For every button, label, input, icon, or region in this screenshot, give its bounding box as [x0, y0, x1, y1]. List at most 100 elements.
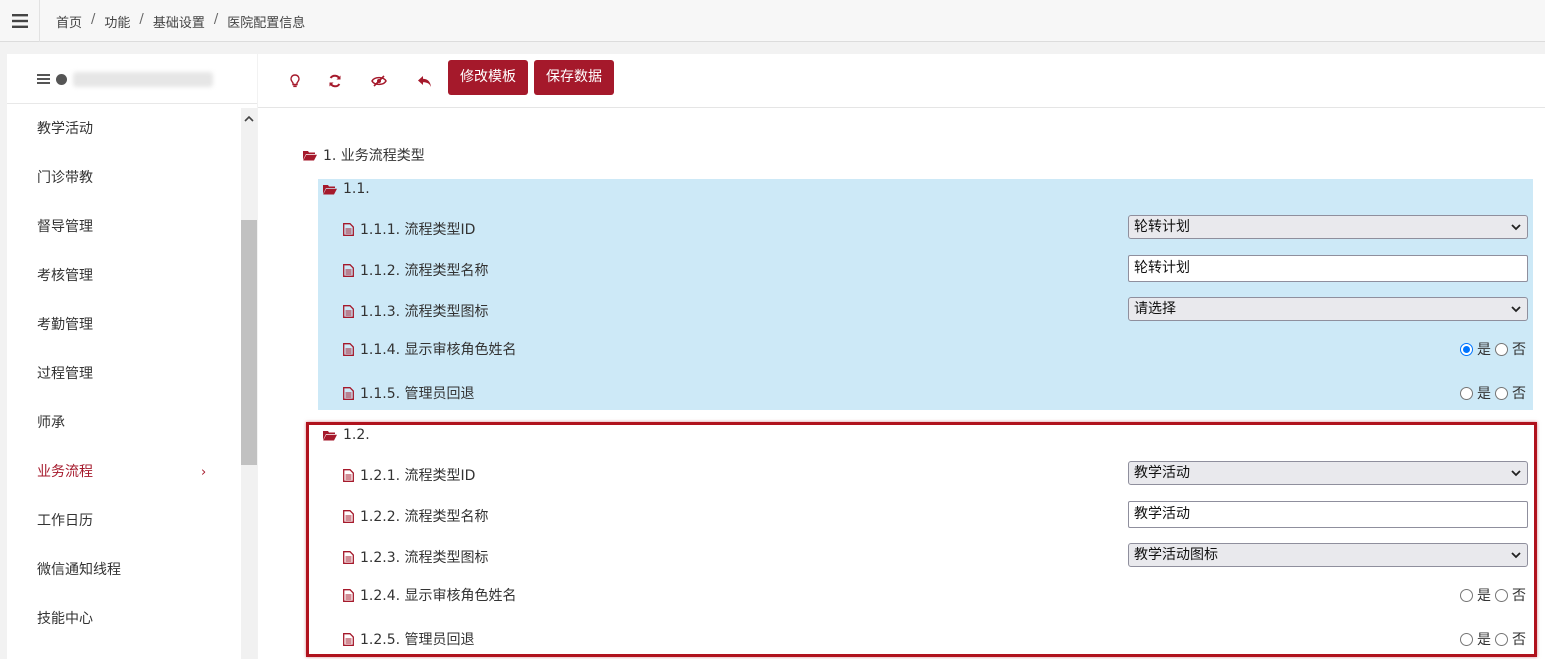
- refresh-icon[interactable]: [323, 69, 347, 93]
- scrollbar-thumb[interactable]: [241, 220, 257, 465]
- sidebar-item-label: 教学活动: [37, 121, 93, 137]
- sidebar-item-label: 过程管理: [37, 366, 93, 382]
- select-value: 教学活动: [1134, 465, 1190, 481]
- eye-slash-icon[interactable]: [367, 69, 391, 93]
- field-label: 1.1.3. 流程类型图标: [360, 304, 489, 320]
- tree-node-root[interactable]: 1. 业务流程类型: [303, 145, 425, 165]
- list-icon: [37, 74, 50, 85]
- file-icon: [343, 468, 354, 482]
- sidebar-item-label: 门诊带教: [37, 170, 93, 186]
- radio-no[interactable]: [1495, 632, 1508, 646]
- tree-node-label: 1.1.: [343, 181, 370, 197]
- sidebar-header: [7, 54, 257, 104]
- sidebar-item-skill-center[interactable]: 技能中心: [7, 595, 241, 644]
- tree-node-label: 1.2.: [343, 427, 370, 443]
- menu-toggle-button[interactable]: [0, 0, 40, 42]
- tree-field-row: 1.1.4. 显示审核角色姓名: [343, 339, 517, 359]
- sidebar-item-work-calendar[interactable]: 工作日历: [7, 497, 241, 546]
- undo-icon[interactable]: [412, 69, 436, 93]
- sidebar-item-label: 业务流程: [37, 464, 93, 480]
- file-icon: [343, 342, 354, 356]
- flow-type-icon-select[interactable]: 教学活动图标: [1128, 543, 1528, 567]
- radio-no-label: 否: [1512, 588, 1526, 604]
- chevron-down-icon: [1511, 552, 1521, 559]
- sidebar-item-label: 工作日历: [37, 513, 93, 529]
- field-label: 1.2.5. 管理员回退: [360, 632, 475, 648]
- lightbulb-icon[interactable]: [283, 69, 307, 93]
- field-label: 1.1.2. 流程类型名称: [360, 263, 489, 279]
- breadcrumb: 首页 / 功能 / 基础设置 / 医院配置信息: [56, 12, 305, 31]
- field-label: 1.2.3. 流程类型图标: [360, 550, 489, 566]
- sidebar-item-mentorship[interactable]: 师承: [7, 399, 241, 448]
- flow-type-icon-select[interactable]: 请选择: [1128, 297, 1528, 321]
- breadcrumb-function[interactable]: 功能: [104, 12, 130, 31]
- radio-no[interactable]: [1495, 588, 1508, 602]
- sidebar: 教学活动 门诊带教 督导管理 考核管理 考勤管理 过程管理 师承 业务流程 › 工…: [7, 54, 257, 659]
- sidebar-item-wechat-notify[interactable]: 微信通知线程: [7, 546, 241, 595]
- radio-yes-label: 是: [1477, 632, 1491, 648]
- chevron-down-icon: [1511, 470, 1521, 477]
- chevron-right-icon: ›: [201, 465, 207, 480]
- sidebar-item-process[interactable]: 过程管理: [7, 350, 241, 399]
- chevron-down-icon: [1511, 306, 1521, 313]
- radio-no[interactable]: [1495, 342, 1508, 356]
- radio-no-label: 否: [1512, 632, 1526, 648]
- sidebar-item-attendance[interactable]: 考勤管理: [7, 301, 241, 350]
- sidebar-item-label: 考勤管理: [37, 317, 93, 333]
- annotation-frame: [306, 422, 1537, 657]
- flow-type-id-select[interactable]: 轮转计划: [1128, 215, 1528, 239]
- file-icon: [343, 386, 354, 400]
- radio-yes[interactable]: [1460, 342, 1473, 356]
- sidebar-item-outpatient-teaching[interactable]: 门诊带教: [7, 154, 241, 203]
- tree-field-row: 1.1.1. 流程类型ID: [343, 219, 475, 239]
- admin-rollback-radio-group: 是 否: [1460, 383, 1530, 403]
- folder-open-icon: [323, 430, 337, 440]
- select-value: 轮转计划: [1134, 219, 1190, 235]
- admin-rollback-radio-group: 是 否: [1460, 629, 1530, 649]
- file-icon: [343, 509, 354, 523]
- radio-yes[interactable]: [1460, 632, 1473, 646]
- breadcrumb-separator: /: [139, 12, 144, 27]
- file-icon: [343, 263, 354, 277]
- tree-node-label: 1. 业务流程类型: [323, 148, 425, 164]
- tree-field-row: 1.1.2. 流程类型名称: [343, 260, 489, 280]
- radio-yes-label: 是: [1477, 342, 1491, 358]
- breadcrumb-home[interactable]: 首页: [56, 12, 82, 31]
- breadcrumb-hospital-config: 医院配置信息: [227, 16, 306, 31]
- breadcrumb-separator: /: [213, 12, 219, 27]
- file-icon: [343, 222, 354, 236]
- tree-field-row: 1.1.5. 管理员回退: [343, 383, 475, 403]
- tree-field-row: 1.2.3. 流程类型图标: [343, 547, 489, 567]
- field-label: 1.2.2. 流程类型名称: [360, 509, 489, 525]
- flow-type-name-input[interactable]: 轮转计划: [1128, 255, 1528, 282]
- radio-yes[interactable]: [1460, 588, 1473, 602]
- flow-type-name-input[interactable]: 教学活动: [1128, 501, 1528, 528]
- tree-field-row: 1.2.1. 流程类型ID: [343, 465, 475, 485]
- scroll-up-button[interactable]: [241, 108, 257, 128]
- sidebar-item-business-flow[interactable]: 业务流程 ›: [7, 448, 241, 497]
- tree-node-group[interactable]: 1.1.: [323, 181, 370, 197]
- chevron-down-icon: [1511, 224, 1521, 231]
- field-label: 1.1.5. 管理员回退: [360, 386, 475, 402]
- select-value: 教学活动图标: [1134, 547, 1218, 563]
- chevron-up-icon: [244, 115, 254, 122]
- sidebar-item-teaching-activity[interactable]: 教学活动: [7, 105, 241, 154]
- tree-field-row: 1.2.2. 流程类型名称: [343, 506, 489, 526]
- edit-template-button[interactable]: 修改模板: [448, 60, 528, 95]
- flow-type-id-select[interactable]: 教学活动: [1128, 461, 1528, 485]
- sidebar-item-assessment[interactable]: 考核管理: [7, 252, 241, 301]
- breadcrumb-basic-settings[interactable]: 基础设置: [153, 12, 205, 31]
- radio-yes-label: 是: [1477, 386, 1491, 402]
- top-bar: 首页 / 功能 / 基础设置 / 医院配置信息: [0, 0, 1545, 42]
- file-icon: [343, 304, 354, 318]
- sidebar-item-supervision[interactable]: 督导管理: [7, 203, 241, 252]
- radio-yes[interactable]: [1460, 386, 1473, 400]
- sidebar-item-label: 微信通知线程: [37, 562, 121, 578]
- redacted-user-info: [73, 72, 213, 87]
- radio-no[interactable]: [1495, 386, 1508, 400]
- tree-node-group[interactable]: 1.2.: [323, 427, 370, 443]
- save-data-button[interactable]: 保存数据: [534, 60, 614, 95]
- radio-no-label: 否: [1512, 386, 1526, 402]
- sidebar-scrollbar[interactable]: [241, 108, 257, 659]
- sidebar-item-label: 考核管理: [37, 268, 93, 284]
